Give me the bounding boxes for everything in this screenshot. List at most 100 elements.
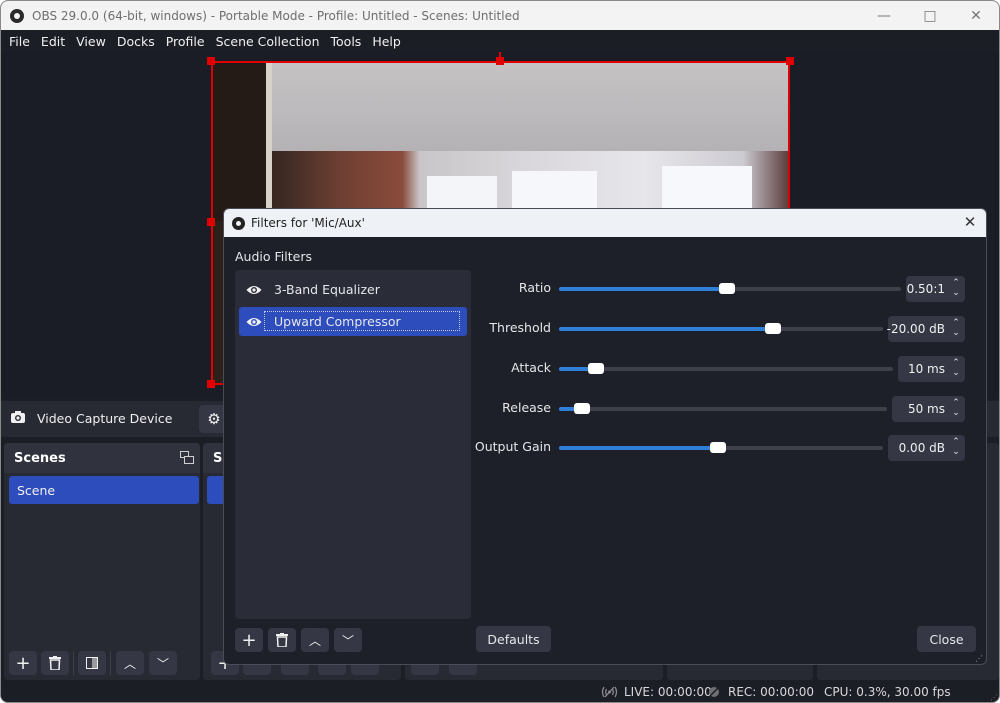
scenes-dock-title: Scenes — [4, 443, 200, 473]
close-dialog-button[interactable]: Close — [917, 626, 976, 652]
rotation-handle[interactable] — [499, 52, 501, 58]
sources-title-text: S — [213, 450, 223, 466]
scene-item-label: Scene — [17, 482, 56, 498]
filter-item-upward-compressor[interactable]: Upward Compressor — [239, 307, 467, 336]
cpu-fps-status: CPU: 0.3%, 30.00 fps — [824, 685, 951, 699]
attack-slider[interactable] — [559, 363, 893, 374]
threshold-spinbox[interactable]: -20.00 dB ⌃ ⌄ — [887, 316, 965, 342]
threshold-slider[interactable] — [559, 323, 883, 334]
output-gain-label: Output Gain — [474, 439, 551, 454]
spin-arrows-icon[interactable]: ⌃ ⌄ — [951, 398, 961, 420]
move-filter-up-button[interactable]: ︿ — [301, 628, 329, 652]
spin-arrows-icon[interactable]: ⌃ ⌄ — [951, 358, 961, 380]
ratio-slider[interactable] — [559, 283, 901, 294]
chevron-up-icon[interactable]: ⌃ — [951, 398, 961, 408]
chevron-up-icon: ︿ — [308, 633, 321, 648]
add-scene-button[interactable]: + — [9, 651, 37, 675]
chevron-up-icon[interactable]: ⌃ — [951, 278, 961, 288]
resize-handle-bottom-left[interactable] — [207, 380, 215, 388]
chevron-up-icon[interactable]: ⌃ — [951, 318, 961, 328]
chevron-up-icon[interactable]: ⌃ — [951, 437, 961, 447]
live-signal-icon — [601, 686, 618, 698]
output-gain-slider[interactable] — [559, 442, 883, 453]
release-slider[interactable] — [559, 403, 887, 414]
gear-icon: ⚙ — [207, 410, 221, 428]
filter-item-3-band-equalizer[interactable]: 3-Band Equalizer — [239, 275, 467, 304]
add-filter-button[interactable]: + — [235, 628, 263, 652]
release-label: Release — [502, 400, 551, 415]
resize-handle-left[interactable] — [207, 218, 215, 226]
threshold-slider-fill — [559, 327, 773, 331]
add-icon: + — [241, 629, 257, 651]
output-gain-slider-thumb[interactable] — [709, 442, 726, 453]
filter-icon — [86, 657, 98, 669]
threshold-slider-thumb[interactable] — [764, 323, 781, 334]
chevron-down-icon[interactable]: ⌄ — [951, 408, 961, 418]
eye-visibility-icon[interactable] — [246, 316, 262, 328]
remove-scene-button[interactable] — [41, 651, 69, 675]
output-gain-value[interactable]: 0.00 dB — [899, 441, 945, 455]
scene-list-item[interactable]: Scene — [9, 476, 199, 504]
resize-handle-top[interactable] — [496, 57, 504, 65]
release-value[interactable]: 50 ms — [908, 402, 945, 416]
chevron-down-icon[interactable]: ⌄ — [951, 288, 961, 298]
ratio-slider-thumb[interactable] — [718, 283, 735, 294]
move-scene-up-button[interactable]: ︿ — [116, 651, 144, 675]
threshold-value[interactable]: -20.00 dB — [887, 322, 945, 336]
toolbar-separator — [110, 651, 111, 675]
eye-visibility-icon[interactable] — [246, 284, 262, 296]
menu-scene-collection[interactable]: Scene Collection — [211, 34, 325, 49]
minimize-button[interactable]: — — [861, 1, 907, 30]
title-bar: OBS 29.0.0 (64-bit, windows) - Portable … — [1, 1, 999, 30]
scene-filters-button[interactable] — [78, 651, 106, 675]
trash-icon — [276, 633, 288, 647]
menu-bar: File Edit View Docks Profile Scene Colle… — [1, 30, 999, 52]
menu-edit[interactable]: Edit — [36, 34, 70, 49]
audio-filters-label: Audio Filters — [235, 249, 312, 264]
resize-grip-icon[interactable]: ⋰ — [990, 693, 998, 702]
ratio-value[interactable]: 0.50:1 — [907, 282, 945, 296]
attack-label: Attack — [511, 360, 551, 375]
close-button[interactable]: ✕ — [953, 1, 999, 30]
menu-file[interactable]: File — [4, 34, 35, 49]
release-spinbox[interactable]: 50 ms ⌃ ⌄ — [892, 396, 965, 422]
attack-slider-thumb[interactable] — [587, 363, 604, 374]
resize-handle-top-left[interactable] — [207, 57, 215, 65]
undock-icon[interactable] — [180, 451, 194, 464]
window-controls: — □ ✕ — [861, 1, 999, 30]
chevron-down-icon[interactable]: ⌄ — [951, 368, 961, 378]
dialog-title: Filters for 'Mic/Aux' — [251, 216, 365, 230]
menu-tools[interactable]: Tools — [326, 34, 367, 49]
output-gain-spinbox[interactable]: 0.00 dB ⌃ ⌄ — [888, 435, 965, 461]
attack-value[interactable]: 10 ms — [908, 362, 945, 376]
move-scene-down-button[interactable]: ﹀ — [149, 651, 177, 675]
dialog-close-icon[interactable]: ✕ — [962, 214, 978, 230]
chevron-down-icon[interactable]: ⌄ — [951, 447, 961, 457]
spin-arrows-icon[interactable]: ⌃ ⌄ — [951, 437, 961, 459]
defaults-button[interactable]: Defaults — [476, 626, 551, 652]
attack-spinbox[interactable]: 10 ms ⌃ ⌄ — [898, 356, 965, 382]
selected-source-name: Video Capture Device — [37, 411, 173, 426]
release-slider-thumb[interactable] — [573, 403, 590, 414]
trash-icon — [49, 656, 61, 670]
dialog-resize-grip-icon[interactable]: ⋰ — [975, 654, 983, 663]
spin-arrows-icon[interactable]: ⌃ ⌄ — [951, 318, 961, 340]
ratio-spinbox[interactable]: 0.50:1 ⌃ ⌄ — [906, 276, 965, 302]
remove-filter-button[interactable] — [268, 628, 296, 652]
menu-docks[interactable]: Docks — [112, 34, 160, 49]
obs-logo-icon — [232, 216, 245, 230]
threshold-label: Threshold — [489, 320, 551, 335]
toolbar-separator — [73, 651, 74, 675]
filter-name: 3-Band Equalizer — [274, 282, 380, 297]
menu-view[interactable]: View — [71, 34, 111, 49]
menu-profile[interactable]: Profile — [161, 34, 210, 49]
maximize-button[interactable]: □ — [907, 1, 953, 30]
move-filter-down-button[interactable]: ﹀ — [334, 628, 362, 652]
chevron-down-icon[interactable]: ⌄ — [951, 328, 961, 338]
spin-arrows-icon[interactable]: ⌃ ⌄ — [951, 278, 961, 300]
menu-help[interactable]: Help — [367, 34, 406, 49]
rec-status: REC: 00:00:00 — [728, 685, 815, 699]
chevron-up-icon[interactable]: ⌃ — [951, 358, 961, 368]
chevron-up-icon: ︿ — [123, 656, 136, 671]
resize-handle-top-right[interactable] — [786, 57, 794, 65]
